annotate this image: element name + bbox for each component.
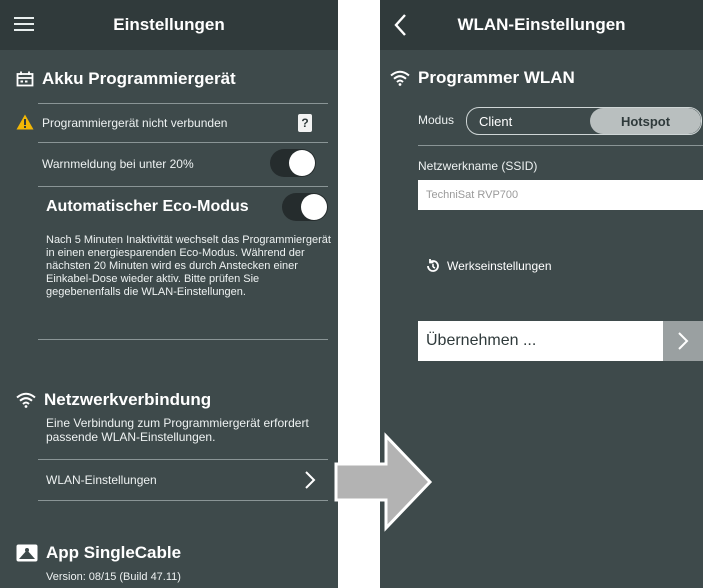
mode-label: Modus <box>418 113 455 127</box>
eco-mode-description: Nach 5 Minuten Inaktivität wechselt das … <box>46 234 331 298</box>
settings-screen: Einstellungen Akku Programmiergerät Prog… <box>0 0 338 588</box>
factory-reset-button[interactable]: Werkseinstellungen <box>425 258 552 274</box>
wifi-icon <box>390 70 410 86</box>
warning-setting-row: Warnmeldung bei unter 20% <box>38 142 328 187</box>
settings-title: Einstellungen <box>113 15 225 34</box>
divider <box>418 145 703 146</box>
eco-mode-toggle[interactable] <box>282 193 328 221</box>
network-description: Eine Verbindung zum Programmiergerät erf… <box>46 416 309 444</box>
network-section-header: Netzwerkverbindung <box>16 390 211 410</box>
programmer-wlan-header: Programmer WLAN <box>390 68 575 88</box>
factory-reset-label: Werkseinstellungen <box>447 259 552 273</box>
warning-setting-label: Warnmeldung bei unter 20% <box>42 157 194 171</box>
app-section-title: App SingleCable <box>46 543 182 562</box>
programmer-wlan-title: Programmer WLAN <box>418 68 575 87</box>
divider <box>38 339 328 340</box>
akku-section-header: Akku Programmiergerät <box>16 69 236 89</box>
connection-status-row: Programmiergerät nicht verbunden ? <box>38 103 328 143</box>
ssid-label: Netzwerkname (SSID) <box>418 159 538 173</box>
network-section-title: Netzwerkverbindung <box>44 390 212 409</box>
mode-segmented-control: Client Hotspot <box>466 107 702 135</box>
mode-option-hotspot[interactable]: Hotspot <box>590 108 701 134</box>
apply-arrow <box>663 321 703 361</box>
wlan-header: WLAN-Einstellungen <box>380 0 703 50</box>
reset-icon <box>427 259 439 272</box>
app-section-header: App SingleCable <box>16 543 181 563</box>
apply-button[interactable]: Übernehmen ... <box>418 321 703 361</box>
help-badge[interactable]: ? <box>298 114 312 132</box>
warning-toggle[interactable] <box>270 149 316 177</box>
wlan-title: WLAN-Einstellungen <box>457 15 626 34</box>
wifi-icon <box>16 392 36 408</box>
settings-header: Einstellungen <box>0 0 338 50</box>
mode-option-client[interactable]: Client <box>467 108 590 134</box>
transition-arrow-icon <box>334 432 433 532</box>
wlan-settings-label: WLAN-Einstellungen <box>46 473 157 487</box>
wlan-settings-link[interactable]: WLAN-Einstellungen <box>38 459 328 501</box>
connection-status-text: Programmiergerät nicht verbunden <box>42 116 228 130</box>
satellite-dish-icon <box>16 544 38 562</box>
chevron-right-icon <box>305 471 316 489</box>
calendar-icon <box>16 71 34 87</box>
akku-section-title: Akku Programmiergerät <box>42 69 236 88</box>
eco-mode-title: Automatischer Eco-Modus <box>46 198 249 215</box>
apply-label: Übernehmen ... <box>426 332 537 349</box>
chevron-right-icon <box>678 332 689 350</box>
ssid-input[interactable] <box>418 180 703 210</box>
app-version: Version: 08/15 (Build 47.11) <box>46 571 181 583</box>
warning-icon <box>16 114 34 130</box>
